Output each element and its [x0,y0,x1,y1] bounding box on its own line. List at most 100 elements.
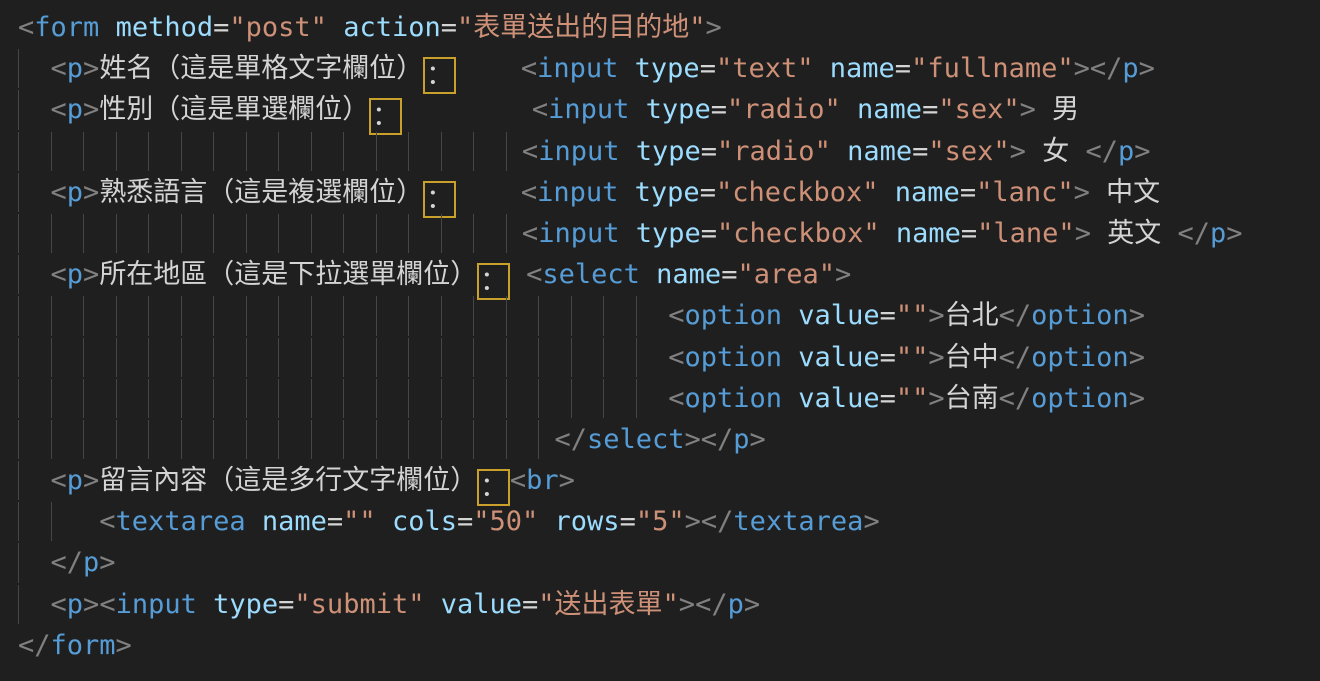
text-token [99,12,115,43]
code-line[interactable]: <p>姓名（這是單格文字欄位）： <input type="text" name… [18,48,1320,89]
equals-token: = [922,94,938,125]
indent-guide [311,214,312,253]
indent-guide [538,379,539,418]
code-line[interactable]: </form> [18,625,1320,666]
text-token: 台中 [945,342,999,373]
bracket-token: > [835,259,851,290]
code-line[interactable]: <p>熟悉語言（這是複選欄位）： <input type="checkbox" … [18,172,1320,213]
string-token: "post" [229,12,327,43]
code-line[interactable]: <input type="checkbox" name="lane"> 英文 <… [18,213,1320,254]
code-line[interactable]: <p>所在地區（這是下拉選單欄位）： <select name="area"> [18,254,1320,295]
code-line[interactable]: <p><input type="submit" value="送出表單"></p… [18,584,1320,625]
indent-guide [473,338,474,377]
leading-whitespace [18,547,51,578]
code-line[interactable]: <option value="">台南</option> [18,378,1320,419]
code-line[interactable]: <form method="post" action="表單送出的目的地"> [18,7,1320,48]
string-token: "表單送出的目的地" [457,12,706,43]
code-line[interactable]: <input type="radio" name="sex"> 女 </p> [18,131,1320,172]
bracket-token: > [685,424,701,455]
attribute-token: type [213,589,278,620]
indent-guide [83,338,84,377]
tag-token: select [587,424,685,455]
indent-guide [441,338,442,377]
code-line[interactable]: </p> [18,542,1320,583]
text-token [376,506,392,537]
indent-guide [83,379,84,418]
indent-guide [473,132,474,171]
string-token: "" [896,342,929,373]
attribute-token: method [116,12,214,43]
equals-token: = [711,94,727,125]
string-token: "area" [737,259,835,290]
text-token [879,177,895,208]
attribute-token: name [857,94,922,125]
indent-guide [538,296,539,335]
indent-guide [571,338,572,377]
bracket-token: < [51,94,67,125]
tag-token: p [67,259,83,290]
code-line[interactable]: </select></p> [18,419,1320,460]
code-line[interactable]: <textarea name="" cols="50" rows="5"></t… [18,501,1320,542]
bracket-token: > [83,259,99,290]
indent-guide [18,502,19,541]
text-token [246,506,262,537]
tag-token: p [67,53,83,84]
indent-guide [343,338,344,377]
attribute-token: value [441,589,522,620]
bracket-token: > [928,342,944,373]
indent-guide [603,379,604,418]
equals-token: = [880,300,896,331]
indent-guide [311,338,312,377]
indent-guide [83,296,84,335]
indent-guide [83,132,84,171]
indent-guide [278,379,279,418]
indent-guide [51,420,52,459]
tag-token: input [538,218,619,249]
attribute-token: type [635,177,700,208]
tag-token: textarea [733,506,863,537]
text-token: 中文 [1090,177,1160,208]
bracket-token: < [51,177,67,208]
bracket-token: </ [18,630,51,661]
indent-guide [18,379,19,418]
tag-token: form [34,12,99,43]
equals-token: = [895,53,911,84]
bracket-token: > [928,300,944,331]
text-token: 所在地區（這是下拉選單欄位） [99,259,477,290]
bracket-token: </ [1177,218,1210,249]
tag-token: p [67,94,83,125]
bracket-token: > [559,465,575,496]
bracket-token: </ [1085,136,1118,167]
indent-guide [181,379,182,418]
text-token [456,53,521,84]
code-line[interactable]: <option value="">台北</option> [18,295,1320,336]
text-token [629,94,645,125]
equals-token: = [457,506,473,537]
indent-guide [376,214,377,253]
tag-token: select [542,259,640,290]
text-token [538,506,554,537]
indent-guide [51,338,52,377]
string-token: "radio" [727,94,841,125]
string-token: "fullname" [911,53,1074,84]
bracket-token: < [51,259,67,290]
text-token [456,177,521,208]
equals-token: = [327,506,343,537]
indent-guide [376,420,377,459]
indent-guide [246,338,247,377]
code-line[interactable]: <p>留言內容（這是多行文字欄位）：<br> [18,460,1320,501]
indent-guide [18,338,19,377]
indent-guide [506,296,507,335]
attribute-token: type [635,53,700,84]
indent-guide [148,214,149,253]
indent-guide [213,420,214,459]
indent-guide [181,132,182,171]
indent-guide [246,420,247,459]
bracket-token: < [18,12,34,43]
code-line[interactable]: <option value="">台中</option> [18,337,1320,378]
code-line[interactable]: <p>性別（這是單選欄位）： <input type="radio" name=… [18,89,1320,130]
equals-token: = [278,589,294,620]
bracket-token: > [83,465,99,496]
indent-guide [376,296,377,335]
equals-token: = [960,177,976,208]
